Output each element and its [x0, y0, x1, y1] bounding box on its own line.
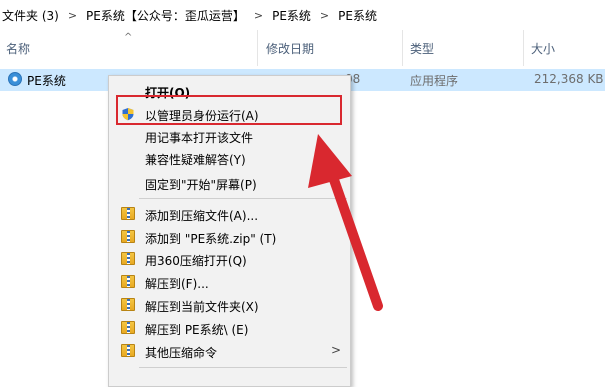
annotation-arrow-icon — [308, 134, 383, 311]
